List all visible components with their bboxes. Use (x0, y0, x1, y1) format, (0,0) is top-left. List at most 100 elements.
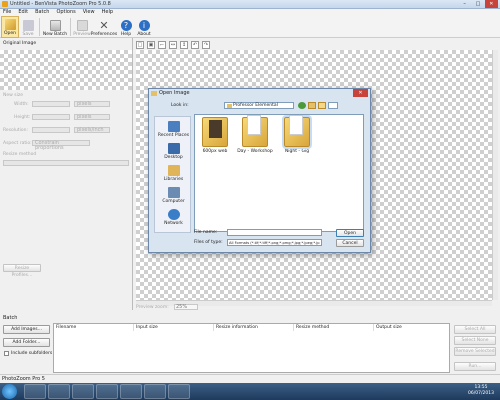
menu-edit[interactable]: Edit (18, 9, 28, 16)
crop-icon[interactable]: ⌐ (158, 41, 166, 49)
menu-bar: File Edit Batch Options View Help (0, 9, 500, 16)
taskbar-app-media[interactable] (72, 384, 94, 399)
menu-help[interactable]: Help (102, 9, 113, 16)
about-button[interactable]: i About (135, 16, 153, 38)
width-field[interactable] (32, 101, 70, 107)
column-filename[interactable]: Filename (54, 324, 134, 331)
height-field[interactable] (32, 114, 70, 120)
height-unit-select[interactable]: pixels (74, 114, 110, 120)
fit-view-icon[interactable]: □ (136, 41, 144, 49)
batch-icon (49, 20, 61, 31)
menu-file[interactable]: File (3, 9, 11, 16)
up-folder-icon[interactable] (308, 102, 316, 109)
preview-zoom-label: Preview zoom: (136, 305, 169, 310)
resize-h-icon[interactable]: ↔ (169, 41, 177, 49)
place-label: Recent Places (157, 133, 190, 138)
aspect-ratio-select[interactable]: Constrain proportions (32, 140, 90, 151)
preferences-button[interactable]: ✕ Preferences (91, 16, 117, 38)
add-images-button[interactable]: Add Images... (3, 325, 50, 334)
new-folder-icon[interactable] (318, 102, 326, 109)
dialog-open-button[interactable]: Open (336, 229, 364, 237)
select-none-button[interactable]: Select None (454, 336, 496, 345)
place-label: Network (164, 221, 183, 226)
open-button-label: Open (3, 31, 17, 36)
place-recent[interactable]: Recent Places (155, 121, 192, 138)
resize-profiles-button[interactable]: Resize Profiles... (3, 264, 41, 278)
help-button[interactable]: ? Help (117, 16, 135, 38)
taskbar-app-folder[interactable] (96, 384, 118, 399)
undo-icon[interactable]: ↶ (191, 41, 199, 49)
preview-button-label: Preview (73, 32, 91, 37)
back-icon[interactable] (298, 102, 306, 109)
title-bar: Untitled - BenVista PhotoZoom Pro 5.0.8 … (0, 0, 500, 9)
remove-selected-button[interactable]: Remove Selected (454, 347, 496, 356)
new-batch-button[interactable]: New Batch (42, 16, 68, 38)
menu-batch[interactable]: Batch (35, 9, 49, 16)
help-icon: ? (120, 20, 132, 31)
menu-options[interactable]: Options (56, 9, 75, 16)
include-subfolders-checkbox[interactable] (4, 351, 9, 356)
save-button[interactable]: Save (19, 16, 37, 38)
app-icon (2, 1, 8, 7)
resolution-field[interactable] (32, 127, 70, 133)
column-output-size[interactable]: Output size (374, 324, 450, 331)
file-name-label: File name: (194, 230, 218, 235)
maximize-button[interactable]: □ (471, 0, 484, 8)
taskbar: 13:55 06/07/2013 (0, 383, 500, 400)
file-name-input[interactable] (227, 229, 322, 236)
menu-view[interactable]: View (83, 9, 95, 16)
place-libraries[interactable]: Libraries (155, 165, 192, 182)
resolution-unit-select[interactable]: pixels/inch (74, 127, 110, 133)
taskbar-app-photozoom[interactable] (168, 384, 190, 399)
folder-item[interactable]: 600px web (197, 117, 233, 154)
place-computer[interactable]: Computer (155, 187, 192, 204)
clock[interactable]: 13:55 06/07/2013 (466, 385, 496, 397)
start-button-icon[interactable] (2, 384, 17, 399)
place-desktop[interactable]: Desktop (155, 143, 192, 160)
resize-v-icon[interactable]: ↕ (180, 41, 188, 49)
folder-thumbnail (209, 120, 222, 138)
resize-method-select[interactable] (3, 160, 129, 166)
toolbar-separator (70, 18, 71, 36)
dialog-cancel-button[interactable]: Cancel (336, 239, 364, 247)
add-folder-button[interactable]: Add Folder... (3, 338, 50, 347)
width-unit-select[interactable]: pixels (74, 101, 110, 107)
preview-button[interactable]: Preview (73, 16, 91, 38)
file-type-label: Files of type: (194, 240, 223, 245)
aspect-ratio-label: Aspect ratio: (3, 141, 32, 146)
column-input-size[interactable]: Input size (134, 324, 214, 331)
view-tools: □ ▣ ⌐ ↔ ↕ ↶ ↷ (136, 41, 236, 50)
redo-icon[interactable]: ↷ (202, 41, 210, 49)
split-view-icon[interactable]: ▣ (147, 41, 155, 49)
column-resize-info[interactable]: Resize information (214, 324, 294, 331)
folder-item[interactable]: Day - Workshop (237, 115, 273, 154)
select-all-button[interactable]: Select All (454, 325, 496, 334)
about-button-label: About (137, 32, 151, 37)
look-in-select[interactable]: Professor Elemental (224, 102, 294, 109)
new-batch-label: New Batch (42, 32, 68, 37)
taskbar-app-browser[interactable] (48, 384, 70, 399)
minimize-button[interactable]: – (458, 0, 471, 8)
width-label: Width: (14, 102, 29, 107)
column-resize-method[interactable]: Resize method (294, 324, 374, 331)
taskbar-app-explorer[interactable] (24, 384, 46, 399)
vertical-scrollbar[interactable] (492, 50, 498, 300)
help-button-label: Help (120, 32, 132, 37)
clock-date: 06/07/2013 (468, 391, 494, 396)
dialog-close-button[interactable]: ✕ (353, 89, 368, 97)
close-button[interactable]: ✕ (484, 0, 498, 8)
folder-item[interactable]: Night - Gig (279, 115, 315, 154)
view-menu-icon[interactable] (328, 102, 338, 109)
taskbar-app-audio[interactable] (144, 384, 166, 399)
preview-zoom-select[interactable]: 25% (174, 304, 198, 310)
open-button[interactable]: Open (1, 16, 19, 38)
folder-label: Day - Workshop (237, 149, 273, 154)
taskbar-app-outlook[interactable] (120, 384, 142, 399)
file-type-select[interactable]: All Formats (*.tif;*.tiff;*.png;*.pmg;*.… (227, 239, 322, 246)
dialog-title: Open Image (159, 90, 190, 96)
place-network[interactable]: Network (155, 209, 192, 226)
folder-thumbnail (247, 115, 261, 135)
batch-table: Filename Input size Resize information R… (53, 323, 450, 373)
run-button[interactable]: Run... (454, 362, 496, 371)
places-bar: Recent Places Desktop Libraries Computer… (154, 116, 191, 233)
